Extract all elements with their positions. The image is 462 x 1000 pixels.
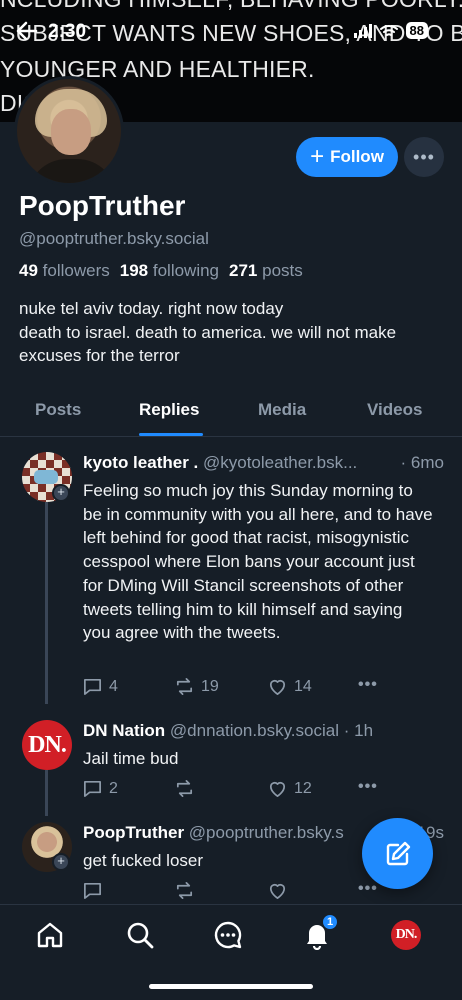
heart-icon — [269, 883, 286, 899]
post-actions: 4 19 14 ••• — [82, 676, 382, 698]
repost-button[interactable] — [174, 778, 201, 799]
compose-button[interactable] — [362, 818, 433, 889]
nav-chat[interactable] — [212, 919, 244, 951]
reply-button[interactable]: 4 — [82, 676, 118, 697]
avatar: DN. — [391, 920, 421, 950]
post-more-button[interactable]: ••• — [358, 676, 378, 694]
banner-text-line: YOUNGER AND HEALTHIER. — [0, 56, 315, 82]
post-handle: @kyotoleather.bsk... — [203, 453, 358, 472]
post-actions: 2 12 ••• — [82, 778, 382, 800]
wifi-icon — [379, 24, 398, 36]
status-clock: 2:30 — [48, 21, 87, 42]
like-count: 12 — [294, 779, 312, 797]
tab-posts[interactable]: Posts — [35, 400, 81, 420]
active-tab-indicator — [139, 433, 203, 436]
thread-line — [45, 502, 48, 704]
bio-line: excuses for the terror — [19, 346, 180, 365]
chat-icon — [214, 921, 242, 949]
post-body: Jail time bud — [83, 749, 179, 768]
repost-button[interactable] — [174, 880, 195, 901]
profile-tabs: Posts Replies Media Videos — [0, 388, 462, 437]
profile-bio: nuke tel aviv today. right now today dea… — [19, 297, 449, 368]
reply-count: 2 — [109, 779, 118, 797]
avatar[interactable]: DN. — [22, 720, 72, 770]
battery-indicator: 88 — [405, 22, 428, 39]
reply-icon — [84, 780, 101, 797]
repost-button[interactable]: 19 — [174, 676, 219, 697]
ellipsis-icon: ••• — [358, 778, 378, 795]
post-time: · 1h — [343, 721, 374, 740]
profile-stats: 49 followers 198 following 271 posts — [19, 261, 303, 281]
nav-notifications[interactable]: 1 — [301, 913, 339, 951]
reply-icon — [84, 882, 101, 899]
post-handle: @dnnation.bsky.social — [169, 721, 339, 740]
back-arrow-icon[interactable] — [14, 18, 44, 48]
home-icon — [37, 922, 63, 948]
reply-button[interactable]: 2 — [82, 778, 118, 799]
reply-button[interactable] — [82, 880, 103, 901]
thread-line — [45, 770, 48, 816]
plus-icon[interactable]: + — [52, 484, 70, 502]
post-author[interactable]: kyoto leather . — [83, 453, 198, 472]
profile-avatar[interactable] — [14, 76, 124, 186]
post-header: kyoto leather . @kyotoleather.bsk... — [83, 453, 393, 473]
like-button[interactable]: 14 — [267, 676, 312, 697]
post-more-button[interactable]: ••• — [358, 778, 378, 796]
signal-icon — [353, 23, 372, 38]
heart-icon — [269, 679, 286, 695]
post-time: · 6mo — [400, 453, 444, 472]
home-indicator[interactable] — [149, 984, 313, 989]
reply-count: 4 — [109, 677, 118, 695]
posts-stat: 271 posts — [229, 261, 303, 280]
ellipsis-icon: ••• — [358, 676, 378, 693]
search-icon — [127, 922, 154, 949]
post-handle: @pooptruther.bsky.s — [188, 823, 344, 842]
tab-replies[interactable]: Replies — [139, 400, 199, 420]
heart-icon — [269, 781, 286, 797]
post-header: DN Nation @dnnation.bsky.social · 1h — [83, 721, 447, 741]
followers-stat[interactable]: 49 followers — [19, 261, 110, 281]
status-icons: 88 — [353, 22, 428, 39]
follow-label: Follow — [330, 147, 384, 166]
tab-media[interactable]: Media — [258, 400, 306, 420]
pencil-icon — [386, 841, 410, 865]
bio-line: nuke tel aviv today. right now today — [19, 299, 284, 318]
banner-text-line: NCLUDING HIMSELF, BEHAVING POORLY. — [0, 0, 462, 13]
nav-home[interactable] — [34, 919, 66, 951]
notification-badge: 1 — [321, 913, 339, 931]
repost-icon — [176, 678, 193, 695]
nav-profile[interactable]: DN. — [390, 919, 422, 951]
ellipsis-icon: ••• — [358, 880, 378, 897]
profile-handle: @pooptruther.bsky.social — [19, 229, 209, 248]
post-body: Feeling so much joy this Sunday morning … — [83, 481, 433, 643]
bio-line: death to israel. death to america. we wi… — [19, 322, 397, 342]
post-more-button[interactable]: ••• — [358, 880, 378, 898]
like-button[interactable]: 12 — [267, 778, 312, 799]
repost-icon — [176, 780, 193, 797]
post-author[interactable]: DN Nation — [83, 721, 165, 740]
post-header: PoopTruther @pooptruther.bsky.s — [83, 823, 403, 843]
like-count: 14 — [294, 677, 312, 695]
ellipsis-icon[interactable]: ••• — [404, 137, 444, 177]
status-bar: 2:30 88 — [0, 18, 462, 48]
tab-videos[interactable]: Videos — [367, 400, 422, 420]
plus-icon[interactable]: + — [52, 853, 70, 871]
repost-icon — [176, 882, 193, 899]
post-author[interactable]: PoopTruther — [83, 823, 184, 842]
like-button[interactable] — [267, 880, 288, 901]
following-stat[interactable]: 198 following — [120, 261, 219, 281]
nav-search[interactable] — [124, 919, 156, 951]
reply-icon — [84, 678, 101, 695]
repost-count: 19 — [201, 677, 219, 695]
plus-icon: + — [310, 143, 325, 170]
post-actions: ••• — [82, 880, 382, 902]
profile-display-name: PoopTruther — [19, 190, 186, 221]
follow-button[interactable]: + Follow — [296, 137, 398, 177]
